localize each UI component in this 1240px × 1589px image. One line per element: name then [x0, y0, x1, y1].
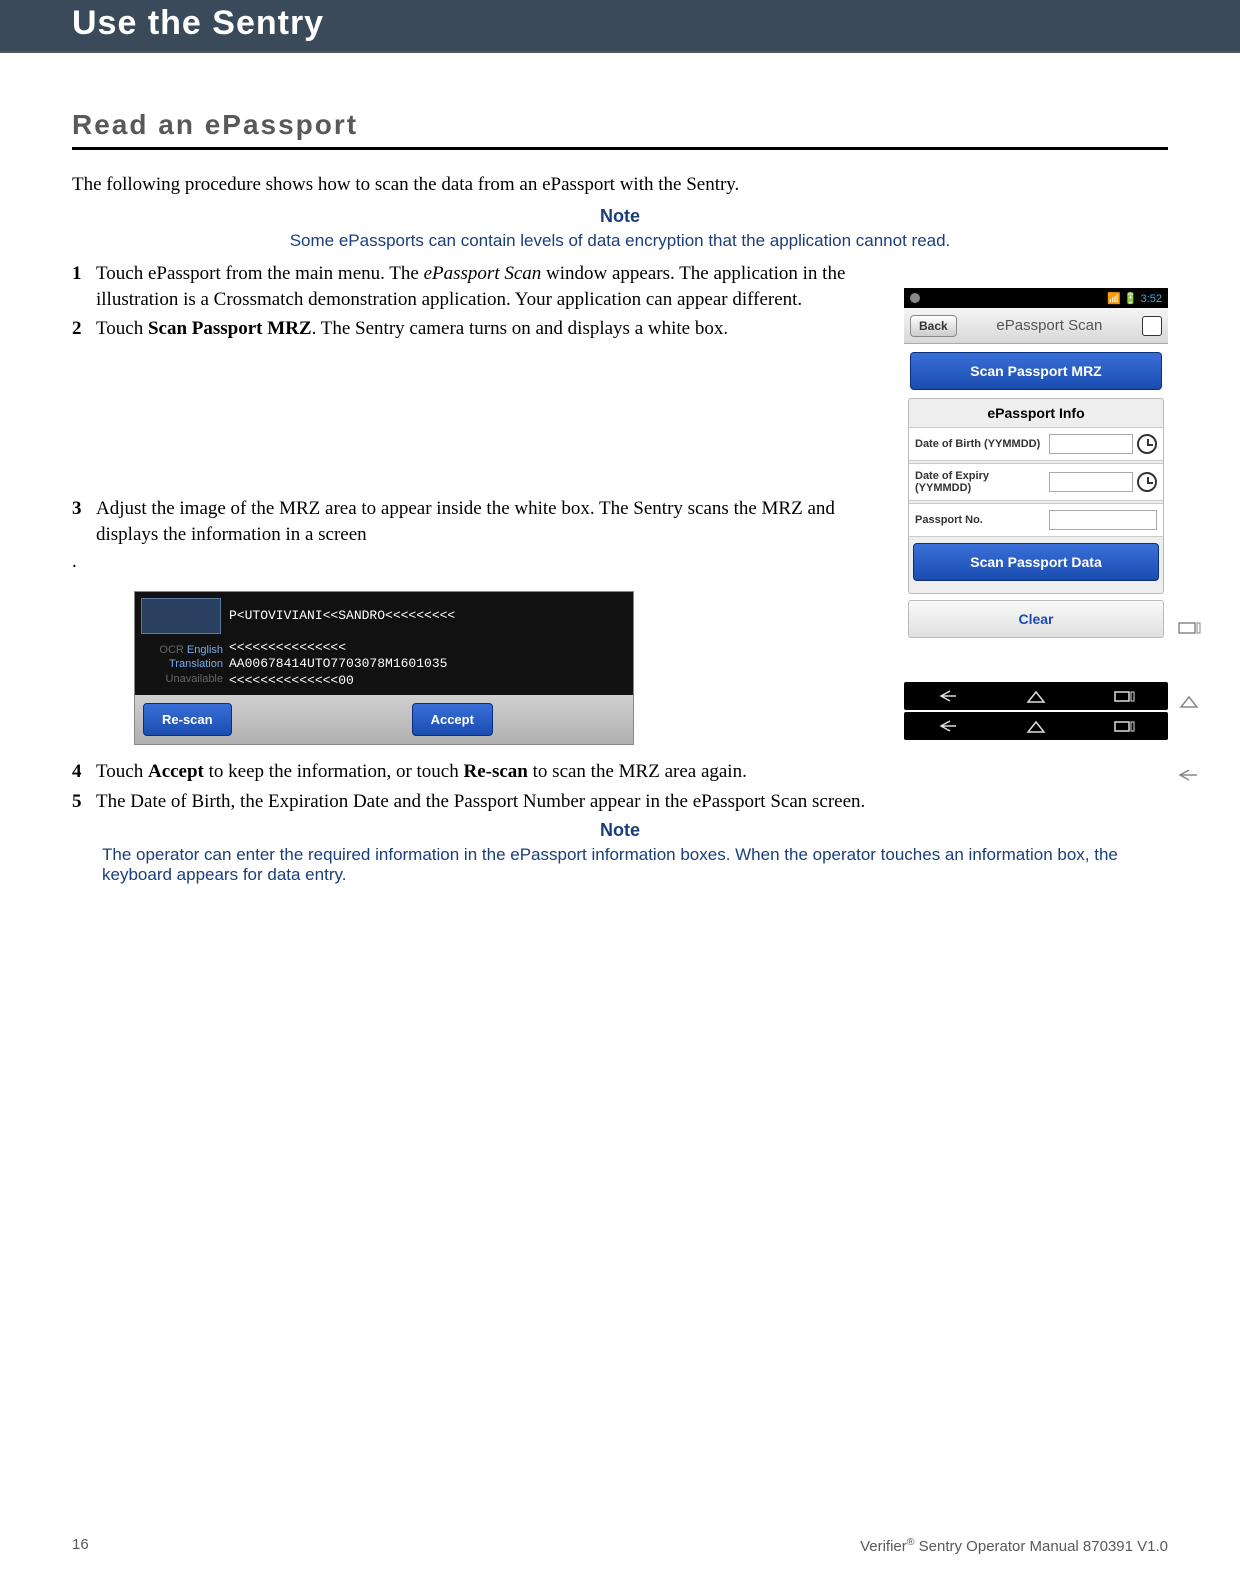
doe-label: Date of Expiry (YYMMDD) — [915, 470, 1045, 494]
document-icon[interactable] — [1142, 316, 1162, 336]
doe-field-row: Date of Expiry (YYMMDD) — [909, 463, 1163, 501]
page-number: 16 — [72, 1536, 89, 1555]
recents-icon[interactable] — [1111, 718, 1137, 734]
step-number: 5 — [72, 789, 96, 815]
status-bar: 📶 🔋 3:52 — [904, 288, 1168, 308]
home-icon[interactable] — [1023, 718, 1049, 734]
android-side-icons — [1176, 591, 1202, 811]
step-4: 4 Touch Accept to keep the information, … — [72, 759, 1168, 785]
mrz-text: P<UTOVIVIANI<<SANDRO<<<<<<<<< — [229, 608, 455, 624]
passport-no-row: Passport No. — [909, 503, 1163, 537]
home-icon[interactable] — [1023, 688, 1049, 704]
step-number: 3 — [72, 496, 96, 547]
step-number: 1 — [72, 261, 96, 312]
intro-text: The following procedure shows how to sca… — [72, 174, 1168, 196]
passport-thumbnail — [141, 598, 221, 634]
dob-label: Date of Birth (YYMMDD) — [915, 438, 1045, 450]
ocr-labels: OCR English Translation Unavailable — [141, 643, 229, 686]
back-icon[interactable] — [935, 718, 961, 734]
mrz-scan-screenshot: P<UTOVIVIANI<<SANDRO<<<<<<<<< OCR Englis… — [134, 591, 634, 745]
android-nav-bar-2 — [904, 712, 1168, 740]
chapter-title: Use the Sentry — [72, 4, 324, 42]
note-label: Note — [72, 206, 1168, 227]
note-body-2: The operator can enter the required info… — [102, 845, 1138, 885]
title-bar: Back ePassport Scan — [904, 308, 1168, 344]
scan-mrz-button[interactable]: Scan Passport MRZ — [910, 352, 1162, 390]
passport-no-input[interactable] — [1049, 510, 1157, 530]
clock-icon[interactable] — [1137, 472, 1157, 492]
note-body: Some ePassports can contain levels of da… — [102, 231, 1138, 251]
epassport-info-panel: ePassport Info Date of Birth (YYMMDD) Da… — [908, 398, 1164, 594]
panel-title: ePassport Info — [909, 399, 1163, 427]
screen-title: ePassport Scan — [963, 317, 1136, 334]
step-5: 5 The Date of Birth, the Expiration Date… — [72, 789, 1168, 815]
note-label-2: Note — [72, 820, 1168, 841]
accept-button[interactable]: Accept — [412, 703, 493, 736]
scan-data-button[interactable]: Scan Passport Data — [913, 543, 1159, 581]
status-dot-icon — [910, 293, 920, 303]
clear-button[interactable]: Clear — [908, 600, 1164, 638]
back-button[interactable]: Back — [910, 315, 957, 337]
step-number: 4 — [72, 759, 96, 785]
dob-input[interactable] — [1049, 434, 1133, 454]
page-footer: 16 Verifier® Sentry Operator Manual 8703… — [72, 1536, 1168, 1555]
step-number: 2 — [72, 316, 96, 342]
passport-no-label: Passport No. — [915, 514, 1045, 526]
recents-icon[interactable] — [1111, 688, 1137, 704]
back-icon[interactable] — [935, 688, 961, 704]
section-title: Read an ePassport — [72, 109, 1168, 150]
mrz-text-2: <<<<<<<<<<<<<<< AA00678414UTO7703078M160… — [229, 640, 447, 689]
epassport-scan-screenshot: 📶 🔋 3:52 Back ePassport Scan Scan Passpo… — [904, 288, 1168, 740]
step-text: The Date of Birth, the Expiration Date a… — [96, 789, 1168, 815]
step-text: Touch Accept to keep the information, or… — [96, 759, 1168, 785]
doe-input[interactable] — [1049, 472, 1133, 492]
status-time: 📶 🔋 3:52 — [1107, 292, 1162, 305]
android-nav-bar — [904, 682, 1168, 710]
dob-field-row: Date of Birth (YYMMDD) — [909, 427, 1163, 461]
chapter-header: Use the Sentry — [0, 0, 1240, 53]
rescan-button[interactable]: Re-scan — [143, 703, 232, 736]
manual-title: Verifier® Sentry Operator Manual 870391 … — [860, 1536, 1168, 1555]
clock-icon[interactable] — [1137, 434, 1157, 454]
